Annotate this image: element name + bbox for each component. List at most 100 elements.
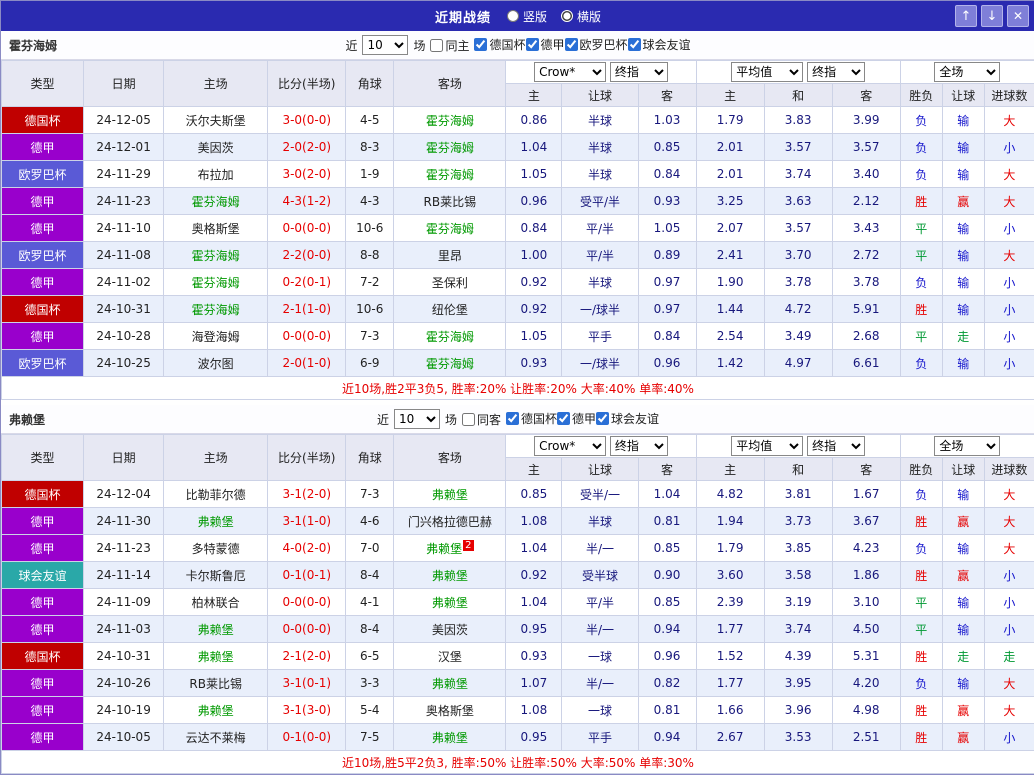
away-odds-cell: 0.85 bbox=[638, 134, 696, 161]
odds-company-select[interactable]: Crow* bbox=[534, 436, 606, 456]
close-button[interactable]: ✕ bbox=[1007, 5, 1029, 27]
away-odds-cell: 0.93 bbox=[638, 188, 696, 215]
handicap-result-cell: 输 bbox=[942, 481, 984, 508]
handicap-cell: 受半/一 bbox=[562, 481, 638, 508]
avg-away-cell: 3.99 bbox=[832, 107, 900, 134]
league-filter[interactable]: 球会友谊 bbox=[628, 36, 691, 53]
avg-select[interactable]: 平均值 bbox=[731, 62, 803, 82]
home-odds-cell: 1.07 bbox=[506, 670, 562, 697]
col-corner: 角球 bbox=[346, 435, 394, 481]
same-venue-checkbox[interactable] bbox=[430, 39, 443, 52]
odds-time-select[interactable]: 终指 bbox=[610, 62, 668, 82]
col-avg-home: 主 bbox=[696, 84, 764, 107]
corner-cell: 8-4 bbox=[346, 616, 394, 643]
league-type-cell: 球会友谊 bbox=[2, 562, 84, 589]
avg-select[interactable]: 平均值 bbox=[731, 436, 803, 456]
league-checkbox[interactable] bbox=[557, 412, 570, 425]
summary-text: 近10场,胜2平3负5, 胜率:20% 让胜率:20% 大率:40% 单率:40… bbox=[2, 377, 1034, 400]
league-checkbox[interactable] bbox=[526, 38, 539, 51]
avg-away-cell: 3.78 bbox=[832, 269, 900, 296]
avg-time-select[interactable]: 终指 bbox=[807, 436, 865, 456]
league-filter[interactable]: 德国杯 bbox=[474, 36, 525, 53]
scope-select[interactable]: 全场 bbox=[934, 436, 1000, 456]
home-team-cell: 沃尔夫斯堡 bbox=[164, 107, 268, 134]
matches-table: 类型 日期 主场 比分(半场) 角球 客场 Crow* 终指 平均值 终指 bbox=[1, 434, 1034, 774]
league-type-cell: 德国杯 bbox=[2, 107, 84, 134]
league-filter[interactable]: 德国杯 bbox=[506, 410, 557, 427]
handicap-result-cell: 赢 bbox=[942, 562, 984, 589]
match-date-cell: 24-11-08 bbox=[84, 242, 164, 269]
away-odds-cell: 0.96 bbox=[638, 350, 696, 377]
result-cell: 平 bbox=[900, 242, 942, 269]
match-row: 德甲24-10-19弗赖堡3-1(3-0)5-4奥格斯堡1.08一球0.811.… bbox=[2, 697, 1034, 724]
home-team-cell: 云达不莱梅 bbox=[164, 724, 268, 751]
league-checkbox[interactable] bbox=[474, 38, 487, 51]
goals-result-cell: 大 bbox=[984, 188, 1034, 215]
avg-away-cell: 4.50 bbox=[832, 616, 900, 643]
league-checkbox[interactable] bbox=[596, 412, 609, 425]
home-odds-cell: 0.84 bbox=[506, 215, 562, 242]
away-team-cell: 弗赖堡 bbox=[394, 724, 506, 751]
home-team-cell: 弗赖堡 bbox=[164, 643, 268, 670]
league-label: 德国杯 bbox=[489, 36, 525, 53]
same-venue-filter[interactable]: 同主 bbox=[430, 37, 469, 54]
league-checkbox[interactable] bbox=[506, 412, 519, 425]
away-odds-cell: 0.82 bbox=[638, 670, 696, 697]
league-checkbox[interactable] bbox=[565, 38, 578, 51]
away-odds-cell: 0.84 bbox=[638, 161, 696, 188]
vertical-radio[interactable] bbox=[507, 10, 519, 22]
col-away: 客场 bbox=[394, 61, 506, 107]
scope-select-cell: 全场 bbox=[900, 435, 1034, 458]
league-filter[interactable]: 德甲 bbox=[526, 36, 565, 53]
handicap-result-cell: 输 bbox=[942, 670, 984, 697]
result-cell: 胜 bbox=[900, 508, 942, 535]
layout-option-vertical[interactable]: 竖版 bbox=[507, 8, 547, 25]
match-count-select[interactable]: 10 bbox=[394, 409, 440, 429]
away-team-cell: 弗赖堡 bbox=[394, 562, 506, 589]
goals-result-cell: 走 bbox=[984, 643, 1034, 670]
move-up-button[interactable]: ↑ bbox=[955, 5, 977, 27]
result-cell: 胜 bbox=[900, 296, 942, 323]
avg-select-cell: 平均值 终指 bbox=[696, 61, 900, 84]
match-row: 德国杯24-10-31弗赖堡2-1(2-0)6-5汉堡0.93一球0.961.5… bbox=[2, 643, 1034, 670]
avg-away-cell: 5.91 bbox=[832, 296, 900, 323]
same-venue-checkbox[interactable] bbox=[462, 413, 475, 426]
league-filter[interactable]: 欧罗巴杯 bbox=[565, 36, 628, 53]
odds-select-cell: Crow* 终指 bbox=[506, 61, 696, 84]
filter-controls: 近 10 场 同客 德国杯德甲球会友谊 bbox=[377, 409, 659, 429]
result-cell: 平 bbox=[900, 323, 942, 350]
handicap-cell: 一/球半 bbox=[562, 296, 638, 323]
odds-time-select[interactable]: 终指 bbox=[610, 436, 668, 456]
goals-result-cell: 小 bbox=[984, 269, 1034, 296]
vertical-radio-label: 竖版 bbox=[523, 8, 547, 25]
home-odds-cell: 0.92 bbox=[506, 562, 562, 589]
corner-cell: 8-3 bbox=[346, 134, 394, 161]
corner-cell: 4-3 bbox=[346, 188, 394, 215]
result-cell: 负 bbox=[900, 107, 942, 134]
avg-home-cell: 2.01 bbox=[696, 134, 764, 161]
layout-option-horizontal[interactable]: 横版 bbox=[561, 8, 601, 25]
corner-cell: 4-1 bbox=[346, 589, 394, 616]
horizontal-radio[interactable] bbox=[561, 10, 573, 22]
handicap-result-cell: 输 bbox=[942, 107, 984, 134]
odds-company-select[interactable]: Crow* bbox=[534, 62, 606, 82]
avg-home-cell: 2.54 bbox=[696, 323, 764, 350]
summary-row: 近10场,胜5平2负3, 胜率:50% 让胜率:50% 大率:50% 单率:30… bbox=[2, 751, 1034, 774]
score-cell: 0-0(0-0) bbox=[268, 589, 346, 616]
scope-select[interactable]: 全场 bbox=[934, 62, 1000, 82]
move-down-button[interactable]: ↓ bbox=[981, 5, 1003, 27]
avg-draw-cell: 3.53 bbox=[764, 724, 832, 751]
match-count-select[interactable]: 10 bbox=[362, 35, 408, 55]
handicap-cell: 一球 bbox=[562, 643, 638, 670]
corner-cell: 1-9 bbox=[346, 161, 394, 188]
league-checkbox[interactable] bbox=[628, 38, 641, 51]
league-filter[interactable]: 德甲 bbox=[557, 410, 596, 427]
avg-time-select[interactable]: 终指 bbox=[807, 62, 865, 82]
league-type-cell: 德甲 bbox=[2, 323, 84, 350]
same-venue-filter[interactable]: 同客 bbox=[462, 411, 501, 428]
table-header-row-1: 类型 日期 主场 比分(半场) 角球 客场 Crow* 终指 平均值 终指 bbox=[2, 435, 1034, 458]
avg-draw-cell: 3.63 bbox=[764, 188, 832, 215]
match-row: 德甲24-10-05云达不莱梅0-1(0-0)7-5弗赖堡0.95平手0.942… bbox=[2, 724, 1034, 751]
league-filter[interactable]: 球会友谊 bbox=[596, 410, 659, 427]
handicap-cell: 平手 bbox=[562, 323, 638, 350]
